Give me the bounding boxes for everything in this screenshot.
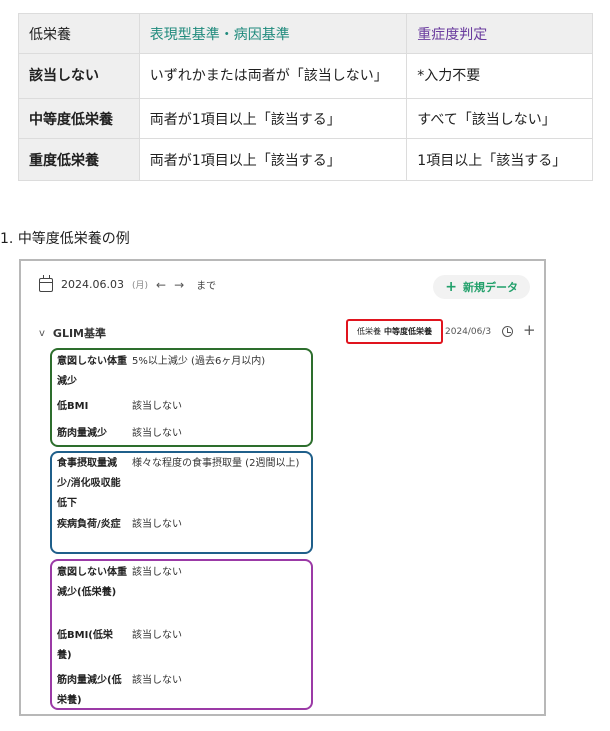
item-value: 該当しない [132,567,182,578]
item-label: 低BMI [57,401,89,412]
item-value: 5%以上減少 (過去6ヶ月以内) [132,356,266,367]
list-item: 1. 中等度低栄養の例 [0,228,130,248]
weekday-text: (月) [131,281,149,291]
table-cell: すべて「該当しない」 [406,98,593,139]
item-label: 意図しない体重減少(低栄養) [57,567,127,598]
row-label: 該当しない [18,53,140,99]
record-date: 2024/06/3 [445,327,492,337]
until-text: まで [196,281,217,292]
header-cell-nutrition: 低栄養 [18,13,140,54]
item-label: 低BMI(低栄養) [57,630,113,661]
add-icon[interactable]: + [523,321,536,339]
date-text[interactable]: 2024.06.03 [61,278,124,291]
item-label: 疾病負荷/炎症 [57,519,121,530]
table-cell: いずれかまたは両者が「該当しない」 [138,53,408,99]
item-value: 様々な程度の食事摂取量 (2週間以上) [132,458,300,469]
table-row: 重度低栄養 両者が1項目以上「該当する」 1項目以上「該当する」 [18,138,593,181]
badge-value: 中等度低栄養 [384,327,432,336]
history-icon[interactable] [502,326,513,337]
header-cell-severity: 重症度判定 [406,13,593,54]
row-label: 重度低栄養 [18,138,140,181]
badge-label: 低栄養 [357,327,381,336]
section-title: GLIM基準 [52,327,106,340]
item-value: 該当しない [132,519,182,530]
criteria-table: 低栄養 表現型基準・病因基準 重症度判定 該当しない いずれかまたは両者が「該当… [18,13,593,181]
item-value: 該当しない [132,675,182,686]
table-row: 中等度低栄養 両者が1項目以上「該当する」 すべて「該当しない」 [18,98,593,139]
list-number: 1. [0,231,14,247]
table-cell: *入力不要 [406,53,593,99]
next-arrow-icon[interactable]: → [174,278,184,292]
item-label: 食事摂取量減少/消化吸収能低下 [57,458,121,509]
plus-icon: + [445,279,457,295]
chevron-down-icon[interactable]: v [39,328,45,339]
item-value: 該当しない [132,630,182,641]
item-label: 筋肉量減少 [57,428,107,439]
table-row: 該当しない いずれかまたは両者が「該当しない」 *入力不要 [18,53,593,99]
list-text: 中等度低栄養の例 [17,231,130,247]
status-badge: 低栄養 中等度低栄養 [346,319,443,344]
item-label: 意図しない体重減少 [57,356,127,387]
calendar-icon[interactable] [39,274,53,292]
new-data-label: 新規データ [463,281,518,294]
new-data-button[interactable]: + 新規データ [433,275,530,299]
glim-section-header[interactable]: v GLIM基準 [39,325,106,341]
table-header-row: 低栄養 表現型基準・病因基準 重症度判定 [18,13,593,54]
item-value: 該当しない [132,428,182,439]
row-label: 中等度低栄養 [18,98,140,139]
table-cell: 両者が1項目以上「該当する」 [138,98,408,139]
example-screenshot: 2024.06.03 (月) ← → まで + 新規データ v GLIM基準 低… [19,259,546,716]
table-cell: 1項目以上「該当する」 [406,138,593,181]
table-cell: 両者が1項目以上「該当する」 [138,138,408,181]
date-bar: 2024.06.03 (月) ← → まで [39,274,217,292]
item-label: 筋肉量減少(低栄養) [57,675,122,706]
item-value: 該当しない [132,401,182,412]
header-cell-criteria: 表現型基準・病因基準 [138,13,408,54]
prev-arrow-icon[interactable]: ← [156,278,166,292]
